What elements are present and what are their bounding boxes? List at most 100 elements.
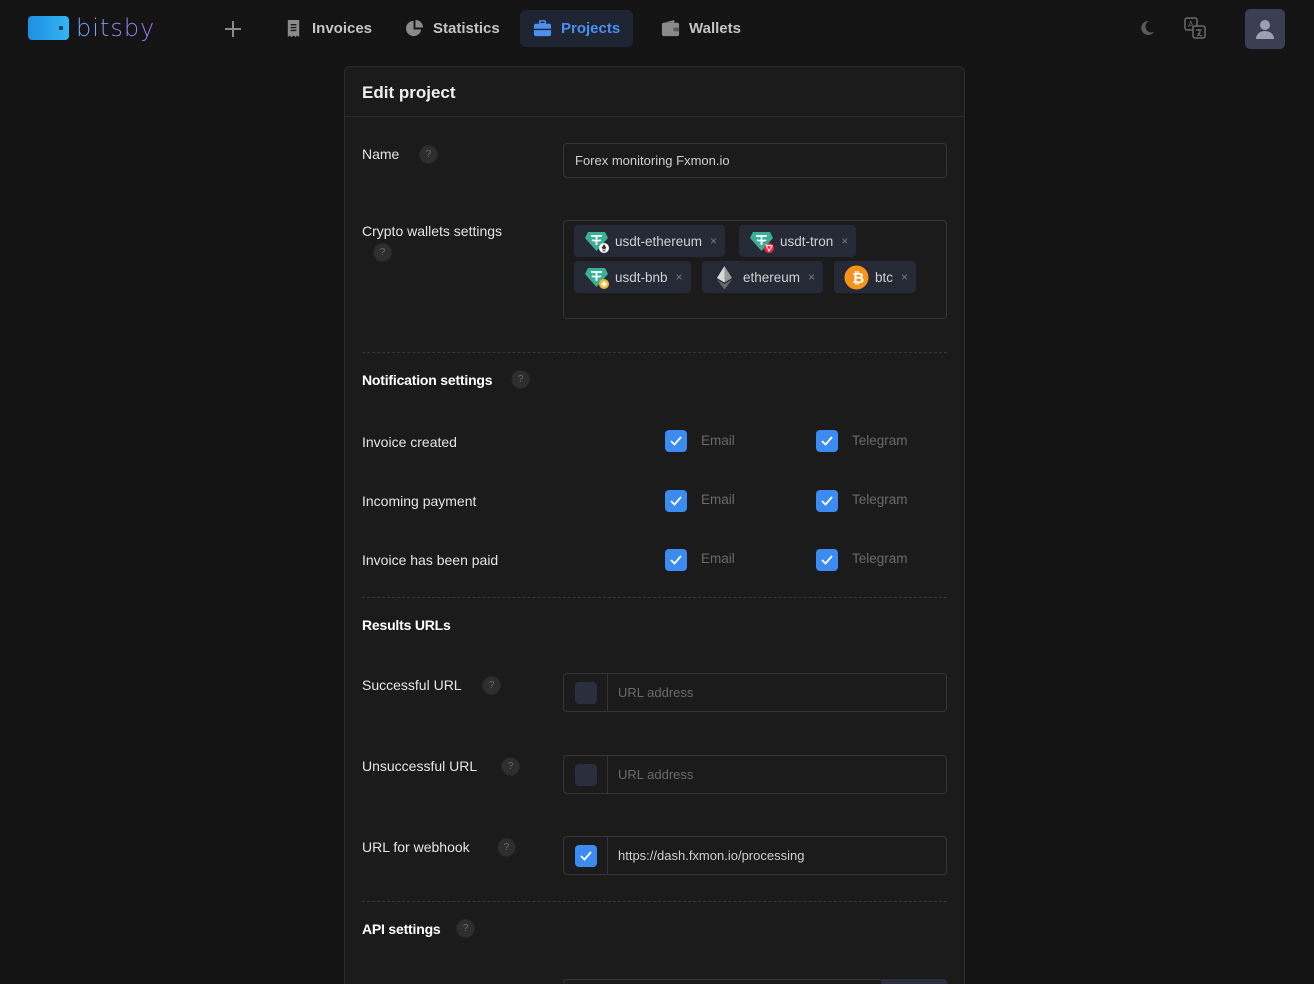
wallet-chip-usdt-ethereum: usdt-ethereum × — [574, 225, 726, 257]
translate-icon: A — [1184, 17, 1206, 39]
successful-url-label: Successful URL — [362, 677, 462, 693]
unsuccessful-url-toggle-wrap — [564, 756, 608, 793]
successful-url-help-icon[interactable]: ? — [483, 677, 500, 694]
telegram-option-label: Telegram — [852, 551, 908, 566]
invoice-created-email-checkbox[interactable] — [665, 430, 687, 452]
check-icon — [670, 436, 682, 446]
ethereum-icon — [717, 265, 732, 289]
bitcoin-icon: ₿ — [844, 265, 869, 289]
check-icon — [821, 555, 833, 565]
notify-incoming-payment-label: Incoming payment — [362, 493, 477, 509]
webhook-url-input[interactable]: https://dash.fxmon.io/processing — [608, 837, 946, 874]
unsuccessful-url-label: Unsuccessful URL — [362, 758, 478, 774]
check-icon — [579, 850, 592, 861]
webhook-url-label: URL for webhook — [362, 839, 470, 855]
nav-wallets-label: Wallets — [689, 20, 741, 37]
telegram-option-label: Telegram — [852, 433, 908, 448]
name-help-icon[interactable]: ? — [420, 146, 437, 163]
nav-invoices[interactable]: Invoices — [271, 10, 385, 47]
moon-icon — [1141, 20, 1154, 35]
wallet-chip-label: ethereum — [743, 269, 801, 285]
pie-chart-icon — [406, 19, 424, 37]
wallet-chip-btc: ₿ btc × — [834, 261, 917, 293]
brand-logo[interactable]: bitsby — [28, 14, 155, 42]
nav-invoices-label: Invoices — [312, 20, 373, 37]
telegram-option-label: Telegram — [852, 492, 908, 507]
unsuccessful-url-checkbox[interactable] — [574, 763, 597, 786]
plus-icon — [225, 21, 241, 37]
successful-url-group: URL address — [563, 673, 947, 712]
unsuccessful-url-group: URL address — [563, 755, 947, 794]
nav-statistics-label: Statistics — [433, 20, 500, 37]
wallet-chip-ethereum: ethereum × — [702, 261, 824, 293]
check-icon — [821, 436, 833, 446]
email-option-label: Email — [701, 551, 735, 566]
edit-project-card: Edit project Name ? Forex monitoring Fxm… — [344, 66, 965, 984]
successful-url-input[interactable]: URL address — [608, 674, 946, 711]
unsuccessful-url-help-icon[interactable]: ? — [502, 758, 519, 775]
page-title: Edit project — [362, 83, 456, 102]
email-option-label: Email — [701, 492, 735, 507]
wallet-logo-icon — [28, 16, 69, 40]
webhook-url-help-icon[interactable]: ? — [498, 839, 515, 856]
api-key-action-button[interactable] — [881, 979, 947, 984]
wallet-chip-usdt-tron: usdt-tron × — [739, 225, 857, 257]
remove-chip-icon[interactable]: × — [808, 270, 815, 284]
wallet-chip-label: btc — [875, 269, 894, 285]
wallet-icon — [661, 19, 680, 37]
wallets-help-icon[interactable]: ? — [374, 244, 391, 261]
nav-projects[interactable]: Projects — [520, 10, 634, 47]
email-option-label: Email — [701, 433, 735, 448]
invoice-created-telegram-checkbox[interactable] — [816, 430, 838, 452]
notification-settings-title: Notification settings — [362, 372, 493, 388]
top-nav: bitsby Invoices Statistics Projects Wall… — [0, 0, 1314, 56]
check-icon — [670, 555, 682, 565]
receipt-icon — [287, 19, 300, 38]
webhook-url-group: https://dash.fxmon.io/processing — [563, 836, 947, 875]
tether-tron-icon — [750, 231, 774, 253]
wallet-chip-label: usdt-bnb — [615, 269, 668, 285]
invoice-paid-telegram-checkbox[interactable] — [816, 549, 838, 571]
remove-chip-icon[interactable]: × — [841, 234, 848, 248]
invoice-paid-email-checkbox[interactable] — [665, 549, 687, 571]
name-label: Name — [362, 146, 400, 162]
check-icon — [670, 496, 682, 506]
remove-chip-icon[interactable]: × — [676, 270, 683, 284]
nav-statistics[interactable]: Statistics — [392, 10, 513, 47]
webhook-url-checkbox[interactable] — [574, 844, 597, 867]
wallet-chip-label: usdt-ethereum — [615, 233, 703, 249]
tether-ethereum-icon — [585, 231, 609, 253]
notify-invoice-paid-label: Invoice has been paid — [362, 552, 499, 568]
notifications-help-icon[interactable]: ? — [512, 371, 529, 388]
notify-invoice-created-label: Invoice created — [362, 434, 457, 450]
user-avatar[interactable] — [1245, 9, 1285, 49]
project-name-input[interactable]: Forex monitoring Fxmon.io — [563, 143, 947, 178]
wallet-chip-label: usdt-tron — [780, 233, 834, 249]
card-header: Edit project — [345, 67, 964, 117]
section-divider — [362, 597, 947, 598]
svg-text:₿: ₿ — [852, 269, 864, 287]
successful-url-checkbox[interactable] — [574, 681, 597, 704]
section-divider — [362, 352, 947, 353]
successful-url-toggle-wrap — [564, 674, 608, 711]
section-divider — [362, 901, 947, 902]
briefcase-icon — [533, 20, 552, 37]
create-button[interactable] — [220, 16, 246, 42]
wallets-multiselect[interactable]: usdt-ethereum × usdt-tron × usdt-bnb × e… — [563, 220, 947, 319]
api-settings-help-icon[interactable]: ? — [457, 920, 474, 937]
user-icon — [1256, 20, 1274, 39]
unsuccessful-url-input[interactable]: URL address — [608, 756, 946, 793]
remove-chip-icon[interactable]: × — [710, 234, 717, 248]
check-icon — [821, 496, 833, 506]
results-urls-title: Results URLs — [362, 617, 451, 633]
language-button[interactable]: A — [1183, 16, 1207, 40]
incoming-payment-email-checkbox[interactable] — [665, 490, 687, 512]
wallets-label: Crypto wallets settings — [362, 223, 503, 239]
tether-bnb-icon — [585, 267, 609, 289]
nav-wallets[interactable]: Wallets — [648, 10, 754, 47]
brand-name: bitsby — [76, 14, 156, 42]
remove-chip-icon[interactable]: × — [901, 270, 908, 284]
theme-toggle[interactable] — [1135, 16, 1159, 40]
api-settings-title: API settings — [362, 921, 441, 937]
incoming-payment-telegram-checkbox[interactable] — [816, 490, 838, 512]
